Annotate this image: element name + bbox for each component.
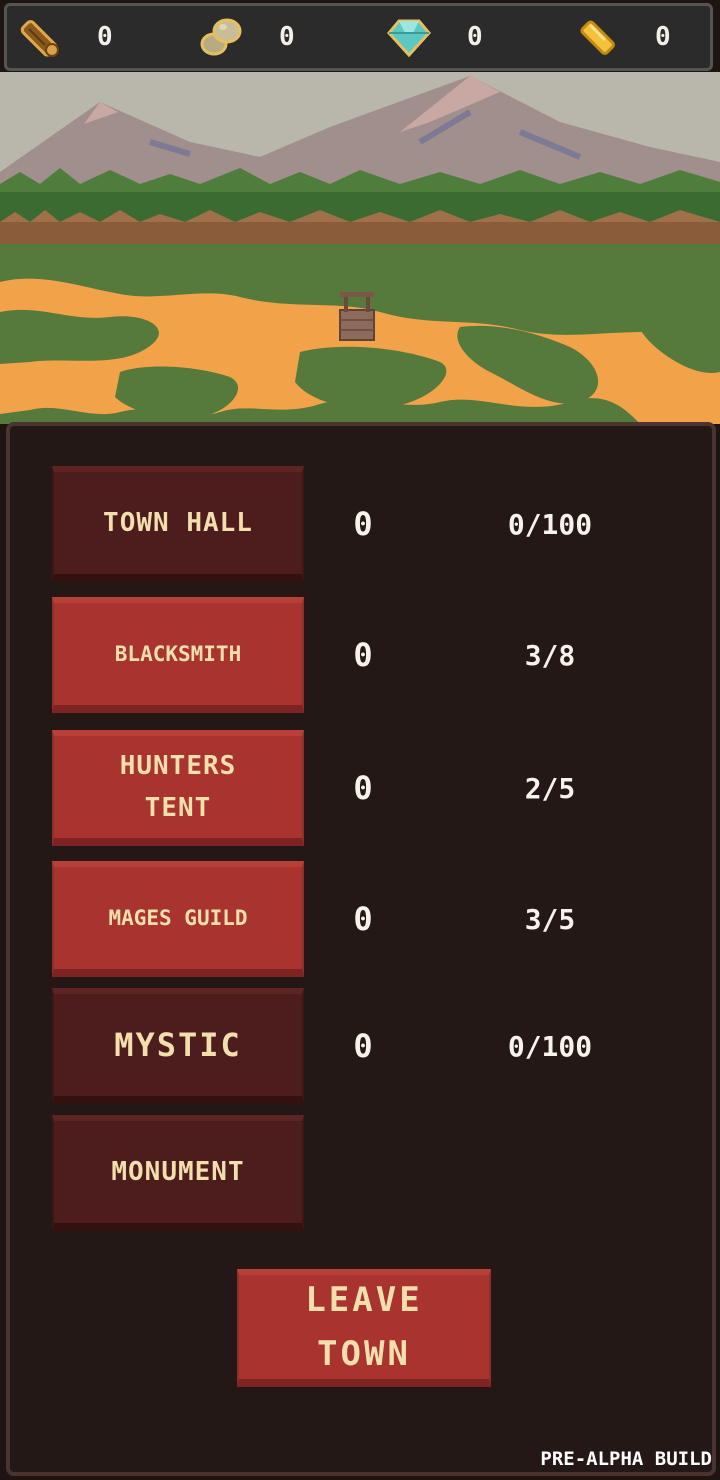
mystic-level: 0 [353,1027,373,1065]
building-row-mystic: MYSTIC 0 0/100 [10,988,712,1104]
diamond-icon [387,19,431,58]
blacksmith-button[interactable]: BLACKSMITH [52,597,304,713]
hunters-tent-level: 0 [353,769,373,807]
resource-wood: 0 [15,6,113,68]
resource-gem: 0 [385,6,483,68]
wood-count: 0 [97,22,113,52]
mages-guild-label: MAGES GUILD [108,906,248,930]
town-hall-button[interactable]: TOWN HALL [52,466,304,582]
gold-bar-icon [580,20,615,55]
hunters-tent-button[interactable]: HUNTERS TENT [52,730,304,846]
blacksmith-level: 0 [353,636,373,674]
town-hall-level: 0 [353,505,373,543]
town-buildings-panel: TOWN HALL 0 0/100 BLACKSMITH 0 3/8 HUNTE… [6,422,716,1476]
building-row-monument: MONUMENT [10,1115,712,1231]
mystic-label: MYSTIC [114,1026,242,1064]
gem-count: 0 [467,22,483,52]
mystic-button[interactable]: MYSTIC [52,988,304,1104]
building-row-blacksmith: BLACKSMITH 0 3/8 [10,597,712,713]
wood-log-icon [20,20,59,57]
leave-town-button[interactable]: LEAVE TOWN [237,1269,491,1387]
blacksmith-label: BLACKSMITH [114,642,242,666]
landscape-illustration [0,72,720,424]
stone-icon [200,18,242,56]
town-hall-label: TOWN HALL [103,508,253,538]
build-version-label: PRE-ALPHA BUILD [540,1448,712,1470]
mystic-progress: 0/100 [507,1029,593,1063]
leave-town-label: LEAVE TOWN [305,1280,423,1374]
monument-button[interactable]: MONUMENT [52,1115,304,1231]
monument-label: MONUMENT [111,1157,245,1187]
mages-guild-level: 0 [353,900,373,938]
building-row-hunters-tent: HUNTERS TENT 0 2/5 [10,730,712,846]
mages-guild-progress: 3/5 [524,902,576,936]
stone-count: 0 [279,22,295,52]
building-row-town-hall: TOWN HALL 0 0/100 [10,466,712,582]
hunters-tent-label: HUNTERS TENT [119,751,237,823]
town-landscape [0,72,720,424]
hunters-tent-progress: 2/5 [524,771,576,805]
resource-gold: 0 [573,6,671,68]
resource-bar: 0 0 0 0 [4,3,713,71]
mages-guild-button[interactable]: MAGES GUILD [52,861,304,977]
town-hall-progress: 0/100 [507,507,593,541]
blacksmith-progress: 3/8 [524,638,576,672]
resource-stone: 0 [197,6,295,68]
gold-count: 0 [655,22,671,52]
building-row-mages-guild: MAGES GUILD 0 3/5 [10,861,712,977]
